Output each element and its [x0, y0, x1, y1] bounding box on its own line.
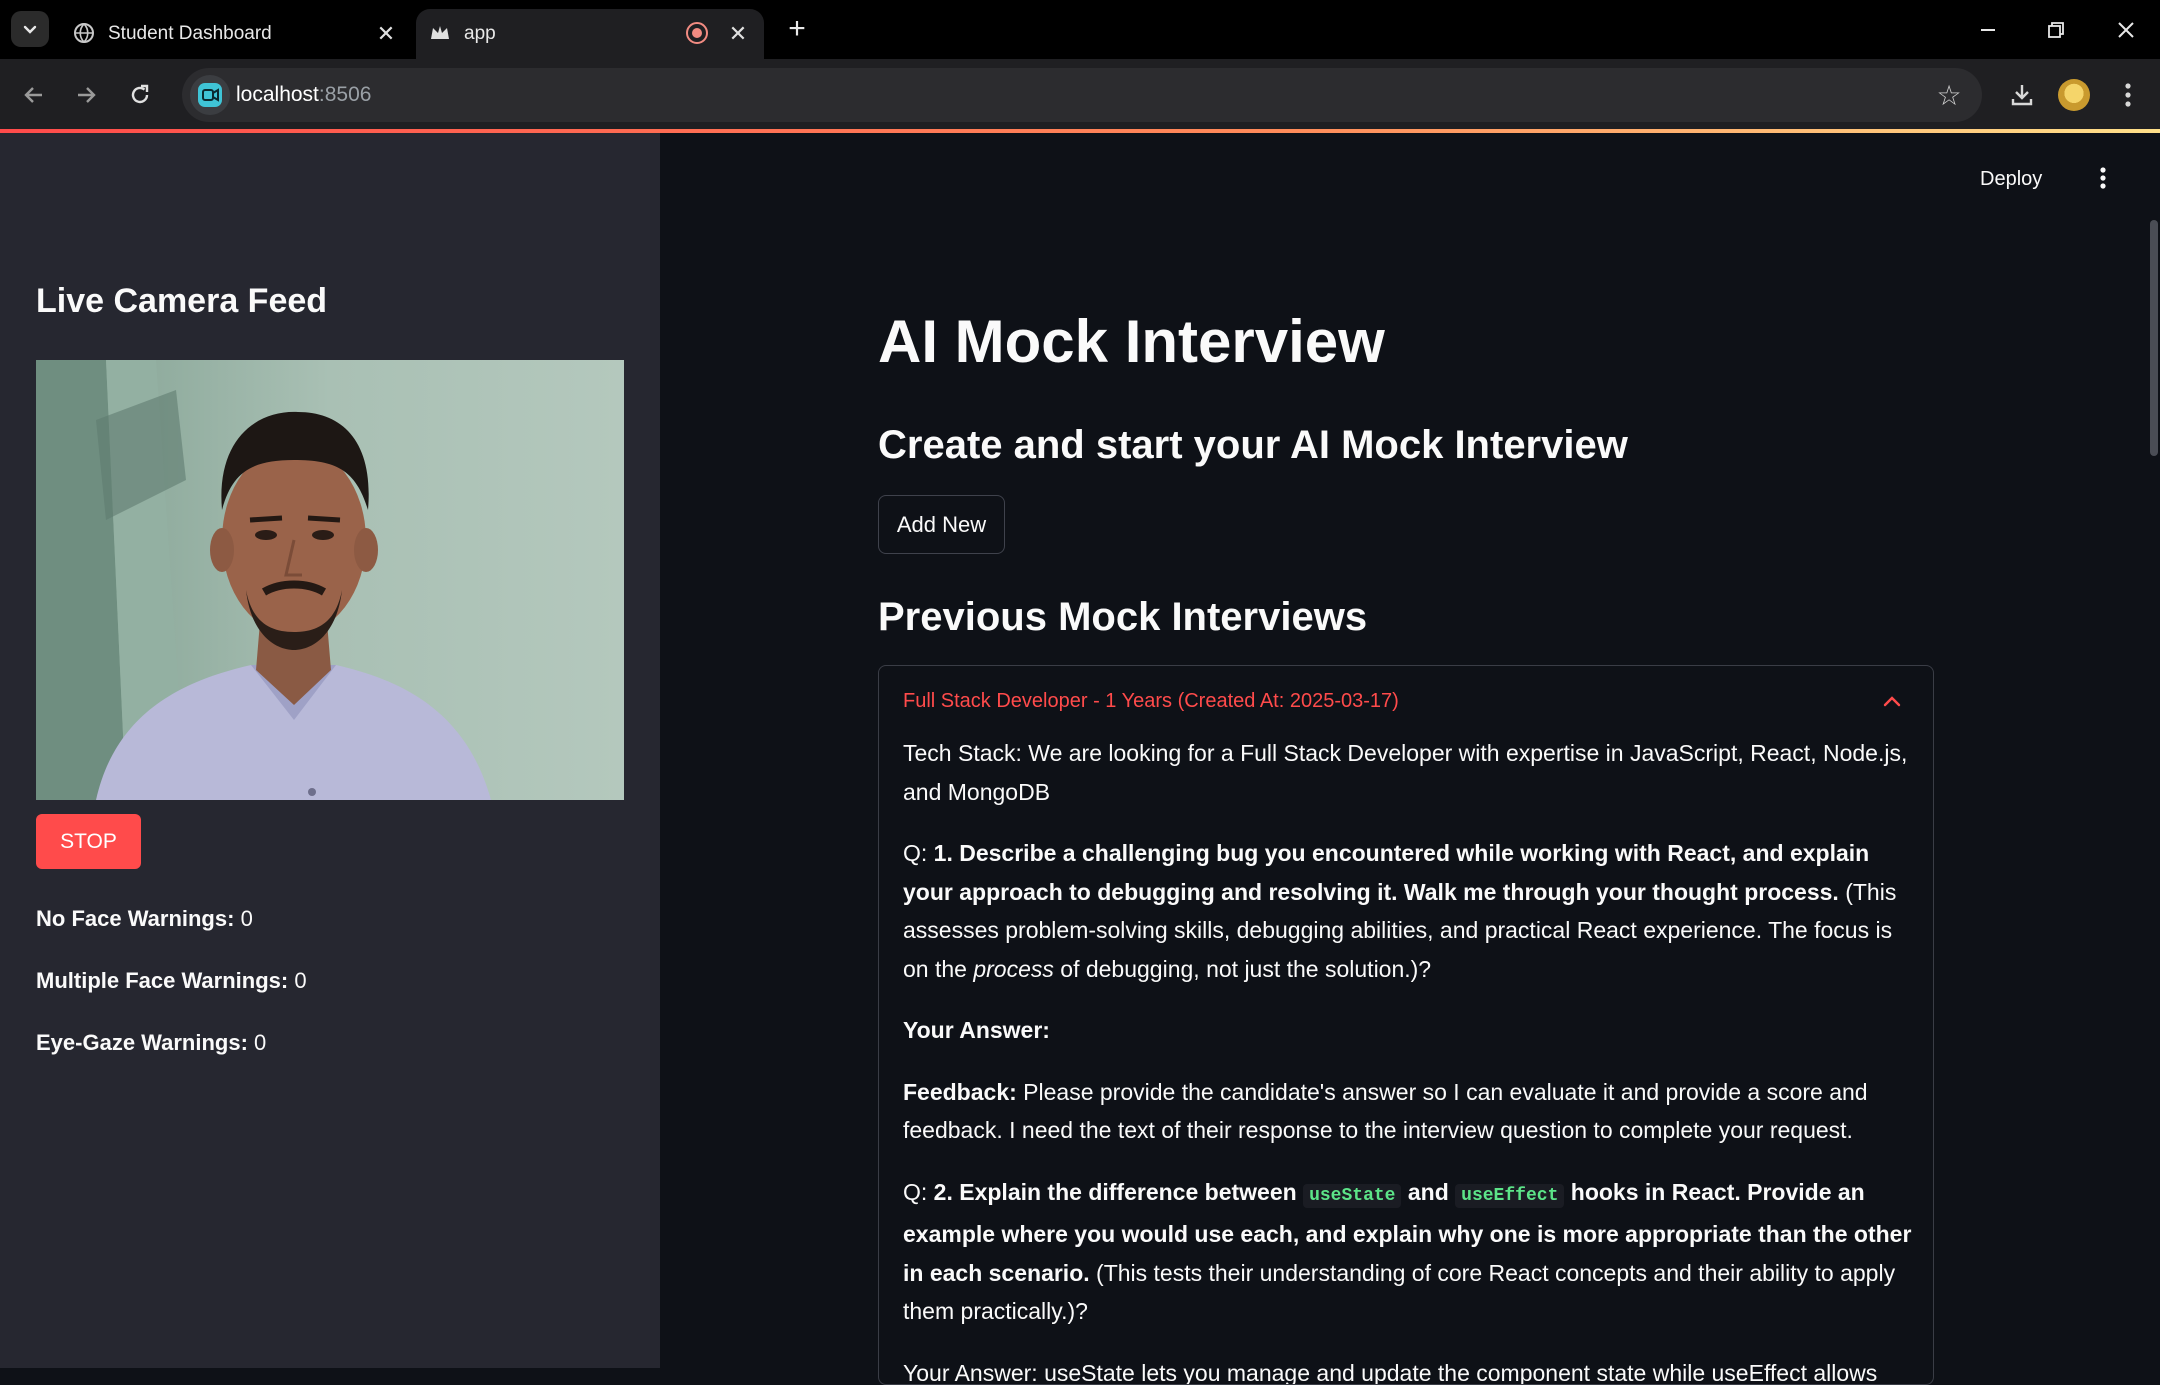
browser-toolbar: localhost:8506 ☆: [0, 59, 2160, 131]
address-bar[interactable]: localhost:8506 ☆: [182, 68, 1982, 122]
main-scrollbar[interactable]: [2150, 220, 2158, 456]
interview-expander: Full Stack Developer - 1 Years (Created …: [878, 665, 1934, 1385]
minimize-icon[interactable]: [1968, 10, 2008, 50]
new-tab-button[interactable]: +: [780, 12, 814, 46]
stop-camera-button[interactable]: STOP: [36, 814, 141, 869]
warning-count: 0: [294, 968, 306, 993]
question-2: Q: 2. Explain the difference between use…: [903, 1173, 1913, 1331]
recording-indicator-icon: [686, 22, 708, 44]
tech-stack-text: Tech Stack: We are looking for a Full St…: [903, 734, 1913, 811]
bookmark-star-icon[interactable]: ☆: [1934, 80, 1964, 110]
close-window-icon[interactable]: [2106, 10, 2146, 50]
add-new-button[interactable]: Add New: [878, 495, 1005, 554]
chevron-down-icon: [22, 21, 38, 37]
multiple-face-warnings: Multiple Face Warnings: 0: [36, 966, 307, 996]
code-useeffect: useEffect: [1455, 1184, 1564, 1208]
sidebar-title: Live Camera Feed: [36, 280, 327, 322]
close-tab-icon[interactable]: ✕: [724, 20, 752, 48]
warning-count: 0: [241, 906, 253, 931]
restore-icon[interactable]: [2036, 10, 2076, 50]
back-arrow-icon[interactable]: [12, 73, 56, 117]
question-1: Q: 1. Describe a challenging bug you enc…: [903, 834, 1913, 988]
streamlit-crown-icon: [428, 21, 452, 45]
tab-title: app: [464, 21, 496, 47]
url-text: localhost:8506: [236, 82, 371, 108]
chevron-up-icon[interactable]: [1881, 690, 1903, 712]
browser-menu-icon[interactable]: [2106, 73, 2150, 117]
reload-icon[interactable]: [118, 73, 162, 117]
download-icon[interactable]: [2000, 73, 2044, 117]
feedback-1: Feedback: Please provide the candidate's…: [903, 1073, 1913, 1150]
create-subtitle: Create and start your AI Mock Interview: [878, 420, 1628, 470]
interview-details: Tech Stack: We are looking for a Full St…: [903, 734, 1913, 1385]
live-camera-feed: [36, 360, 624, 800]
tab-search-button[interactable]: [11, 11, 49, 47]
previous-interviews-heading: Previous Mock Interviews: [878, 592, 1367, 642]
avatar: [2058, 79, 2090, 111]
profile-avatar[interactable]: [2052, 73, 2096, 117]
no-face-warnings: No Face Warnings: 0: [36, 904, 253, 934]
answer-2-partial: Your Answer: useState lets you manage an…: [903, 1354, 1913, 1385]
forward-arrow-icon[interactable]: [64, 73, 108, 117]
app-menu-icon[interactable]: [2090, 160, 2116, 196]
tab-title: Student Dashboard: [108, 21, 272, 47]
globe-icon: [72, 21, 96, 45]
sidebar: Live Camera Feed: [0, 133, 660, 1368]
browser-tab-strip: Student Dashboard ✕ app ✕ +: [0, 0, 2160, 59]
close-tab-icon[interactable]: ✕: [372, 20, 400, 48]
camera-frame-image: [36, 360, 624, 800]
deploy-button[interactable]: Deploy: [1980, 166, 2042, 192]
tab-student-dashboard[interactable]: Student Dashboard ✕: [60, 9, 412, 59]
camera-in-use-icon[interactable]: [190, 75, 230, 115]
interview-expander-header[interactable]: Full Stack Developer - 1 Years (Created …: [903, 688, 1399, 714]
eye-gaze-warnings: Eye-Gaze Warnings: 0: [36, 1028, 266, 1058]
answer-1: Your Answer:: [903, 1011, 1913, 1050]
warning-count: 0: [254, 1030, 266, 1055]
page-title: AI Mock Interview: [878, 306, 1385, 378]
code-usestate: useState: [1303, 1184, 1401, 1208]
tab-app[interactable]: app ✕: [416, 9, 764, 59]
